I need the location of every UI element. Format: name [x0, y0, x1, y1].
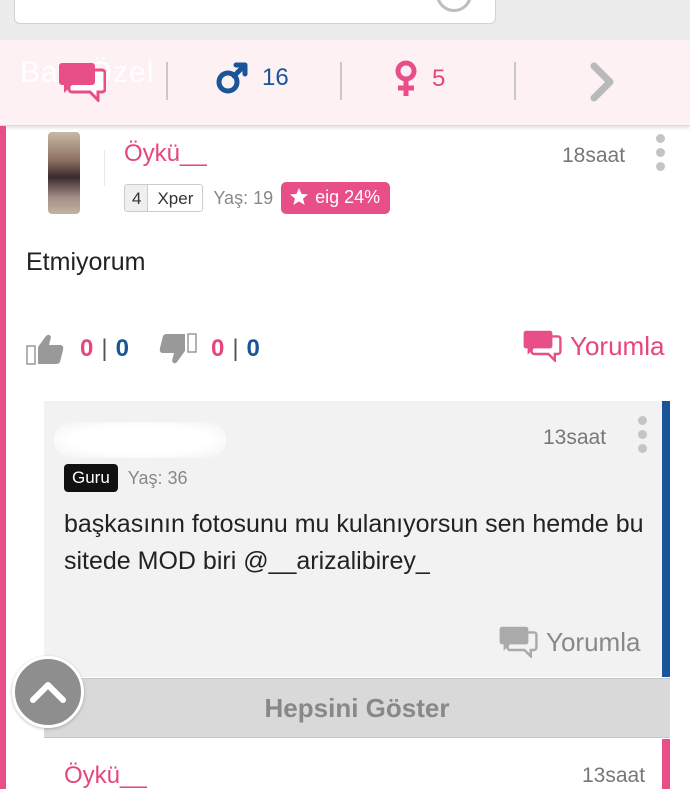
- eig-value: eig 24%: [315, 187, 381, 207]
- post-user-meta: 4 Xper Yaş: 19 eig 24%: [124, 182, 391, 214]
- post-accent-bar: [0, 126, 6, 789]
- tab-separator: [514, 62, 516, 100]
- chevron-up-icon: [30, 682, 66, 703]
- vote-separator: |: [232, 335, 239, 362]
- post-time: 18saat: [562, 144, 626, 167]
- like-count-a: 0: [80, 335, 94, 362]
- tab-bar: Ba Özel 16 5: [0, 40, 690, 126]
- avatar-divider: [104, 150, 105, 186]
- level-badge: 4 Xper: [124, 184, 204, 212]
- reply-button[interactable]: Yorumla: [522, 330, 664, 362]
- thumbs-up-icon[interactable]: [26, 332, 66, 366]
- ghost-label-1: Ba: [20, 56, 59, 89]
- user-age: Yaş: 19: [213, 187, 274, 208]
- female-count: 5: [432, 65, 446, 92]
- sub-reply-username[interactable]: Öykü__: [64, 762, 147, 789]
- vote-separator: |: [101, 335, 108, 362]
- dislike-count-a: 0: [210, 335, 225, 362]
- eig-badge: eig 24%: [281, 182, 391, 214]
- male-icon: [216, 62, 248, 94]
- comment-reply-button[interactable]: Yorumla: [498, 626, 640, 658]
- comment-time: 13saat: [543, 426, 607, 449]
- tab-next-button[interactable]: [586, 62, 618, 107]
- tab-female[interactable]: 5: [392, 60, 445, 98]
- comment-accent-bar: [662, 401, 670, 677]
- tab-separator: [340, 62, 342, 100]
- chat-bubbles-icon: [59, 63, 107, 104]
- tab-separator: [166, 62, 168, 100]
- level-number: 4: [125, 185, 148, 211]
- sub-reply-accent-bar: [662, 739, 670, 789]
- male-count: 16: [262, 64, 289, 91]
- reply-label: Yorumla: [570, 330, 665, 361]
- chat-bubbles-icon: [499, 626, 538, 658]
- comment-user-meta: Guru Yaş: 36: [64, 464, 188, 492]
- user-age: Yaş: 36: [127, 467, 188, 488]
- sub-reply-time: 13saat: [582, 764, 646, 787]
- star-icon: [290, 188, 309, 205]
- vote-bar: 0 | 0 0 | 0: [26, 332, 260, 366]
- more-vertical-icon[interactable]: [656, 134, 666, 171]
- post-username[interactable]: Öykü__: [124, 140, 207, 168]
- tab-male[interactable]: 16: [214, 60, 289, 96]
- scroll-to-top-button[interactable]: [12, 656, 84, 728]
- rank-badge: Guru: [64, 464, 118, 492]
- female-icon: [395, 60, 417, 96]
- thumbs-down-icon[interactable]: [157, 332, 197, 366]
- more-vertical-icon[interactable]: [638, 416, 648, 453]
- avatar[interactable]: [48, 132, 80, 214]
- search-input[interactable]: [14, 0, 496, 24]
- redacted-username: [54, 422, 226, 458]
- level-label: Xper: [147, 185, 203, 211]
- reply-label: Yorumla: [546, 626, 641, 657]
- post-text: Etmiyorum: [26, 248, 146, 276]
- tab-messages[interactable]: [58, 62, 107, 107]
- show-all-button[interactable]: Hepsini Göster: [44, 678, 670, 738]
- comment-text: başkasının fotosunu mu kulanıyorsun sen …: [64, 510, 644, 575]
- like-count-b: 0: [115, 335, 129, 362]
- dislike-count-b: 0: [246, 335, 260, 362]
- chevron-right-icon: [590, 62, 614, 102]
- chat-bubbles-icon: [523, 330, 562, 362]
